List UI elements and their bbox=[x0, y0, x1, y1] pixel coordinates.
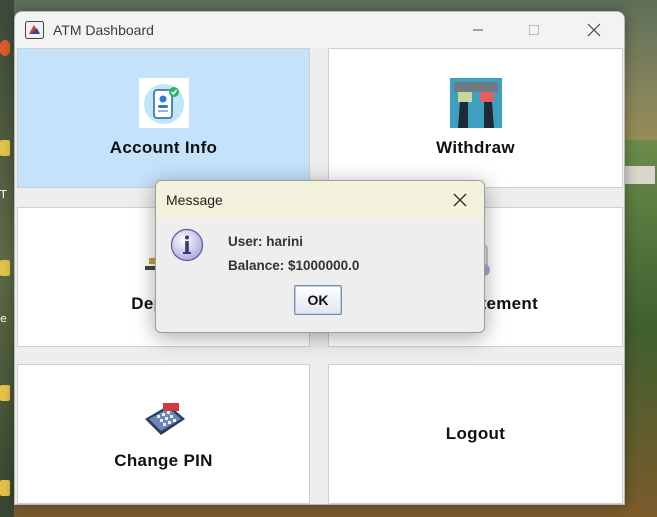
maximize-button[interactable] bbox=[511, 16, 557, 44]
tile-label: Change PIN bbox=[114, 451, 213, 470]
account-info-button[interactable]: Account Info bbox=[17, 48, 310, 188]
tile-label: Logout bbox=[445, 424, 506, 443]
close-icon bbox=[453, 193, 467, 207]
desktop-folder-icon[interactable] bbox=[0, 385, 10, 401]
message-dialog: Message User: harini Balance: $1000000.0… bbox=[155, 180, 485, 333]
desktop-app-icon[interactable] bbox=[0, 40, 10, 56]
dialog-user-text: User: harini bbox=[228, 234, 304, 249]
info-icon bbox=[170, 228, 204, 262]
desktop-icon-strip bbox=[0, 0, 14, 517]
close-button[interactable] bbox=[571, 16, 617, 44]
desktop-label: T bbox=[0, 188, 7, 201]
tile-label: Account Info bbox=[109, 138, 218, 157]
withdraw-button[interactable]: Withdraw bbox=[328, 48, 623, 188]
change-pin-button[interactable]: Change PIN bbox=[17, 364, 310, 504]
desktop-folder-icon[interactable] bbox=[0, 260, 10, 276]
desktop-house bbox=[625, 166, 655, 184]
window-title: ATM Dashboard bbox=[53, 22, 154, 38]
maximize-icon bbox=[529, 25, 539, 35]
withdraw-icon bbox=[449, 78, 502, 128]
desktop-folder-icon[interactable] bbox=[0, 480, 10, 496]
logout-button[interactable]: Logout bbox=[328, 364, 623, 504]
change-pin-icon bbox=[144, 403, 185, 435]
java-app-icon bbox=[25, 21, 44, 39]
ok-button[interactable]: OK bbox=[294, 285, 342, 315]
desktop-folder-icon[interactable] bbox=[0, 140, 10, 156]
dialog-close-button[interactable] bbox=[446, 188, 474, 212]
minimize-icon bbox=[473, 29, 483, 31]
title-bar[interactable]: ATM Dashboard bbox=[15, 12, 624, 48]
minimize-button[interactable] bbox=[455, 16, 501, 44]
dialog-title-bar[interactable]: Message bbox=[156, 181, 484, 218]
account-info-icon bbox=[138, 78, 189, 128]
close-icon bbox=[587, 23, 601, 37]
dialog-title: Message bbox=[166, 192, 223, 208]
dialog-balance-text: Balance: $1000000.0 bbox=[228, 258, 360, 273]
tile-label: Withdraw bbox=[436, 138, 515, 157]
desktop-label: e bbox=[0, 312, 7, 325]
